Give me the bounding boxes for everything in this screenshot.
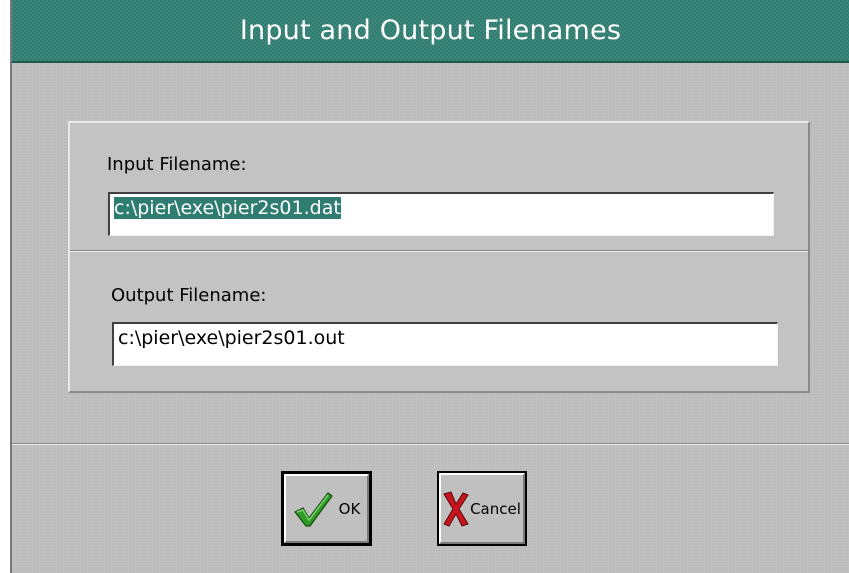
dialog-window: Input and Output Filenames Input Filenam…: [10, 0, 849, 573]
panel-divider: [70, 250, 808, 252]
input-filename-field[interactable]: c:\pier\exe\pier2s01.dat: [108, 192, 774, 236]
cancel-button[interactable]: Cancel: [437, 471, 527, 546]
output-filename-field[interactable]: c:\pier\exe\pier2s01.out: [112, 322, 778, 366]
title-bar[interactable]: Input and Output Filenames: [12, 0, 849, 63]
ok-button[interactable]: OK: [281, 471, 372, 546]
dialog-title: Input and Output Filenames: [239, 15, 622, 46]
ok-button-label: OK: [338, 499, 361, 518]
output-filename-value: c:\pier\exe\pier2s01.out: [118, 327, 345, 349]
checkmark-icon: [293, 490, 333, 528]
input-filename-value: c:\pier\exe\pier2s01.dat: [114, 197, 341, 219]
footer-separator: [12, 443, 849, 445]
filenames-panel: Input Filename: c:\pier\exe\pier2s01.dat…: [68, 121, 810, 393]
x-icon: [443, 490, 469, 528]
input-filename-label: Input Filename:: [107, 154, 247, 175]
output-filename-label: Output Filename:: [111, 285, 267, 306]
cancel-button-label: Cancel: [470, 499, 521, 518]
